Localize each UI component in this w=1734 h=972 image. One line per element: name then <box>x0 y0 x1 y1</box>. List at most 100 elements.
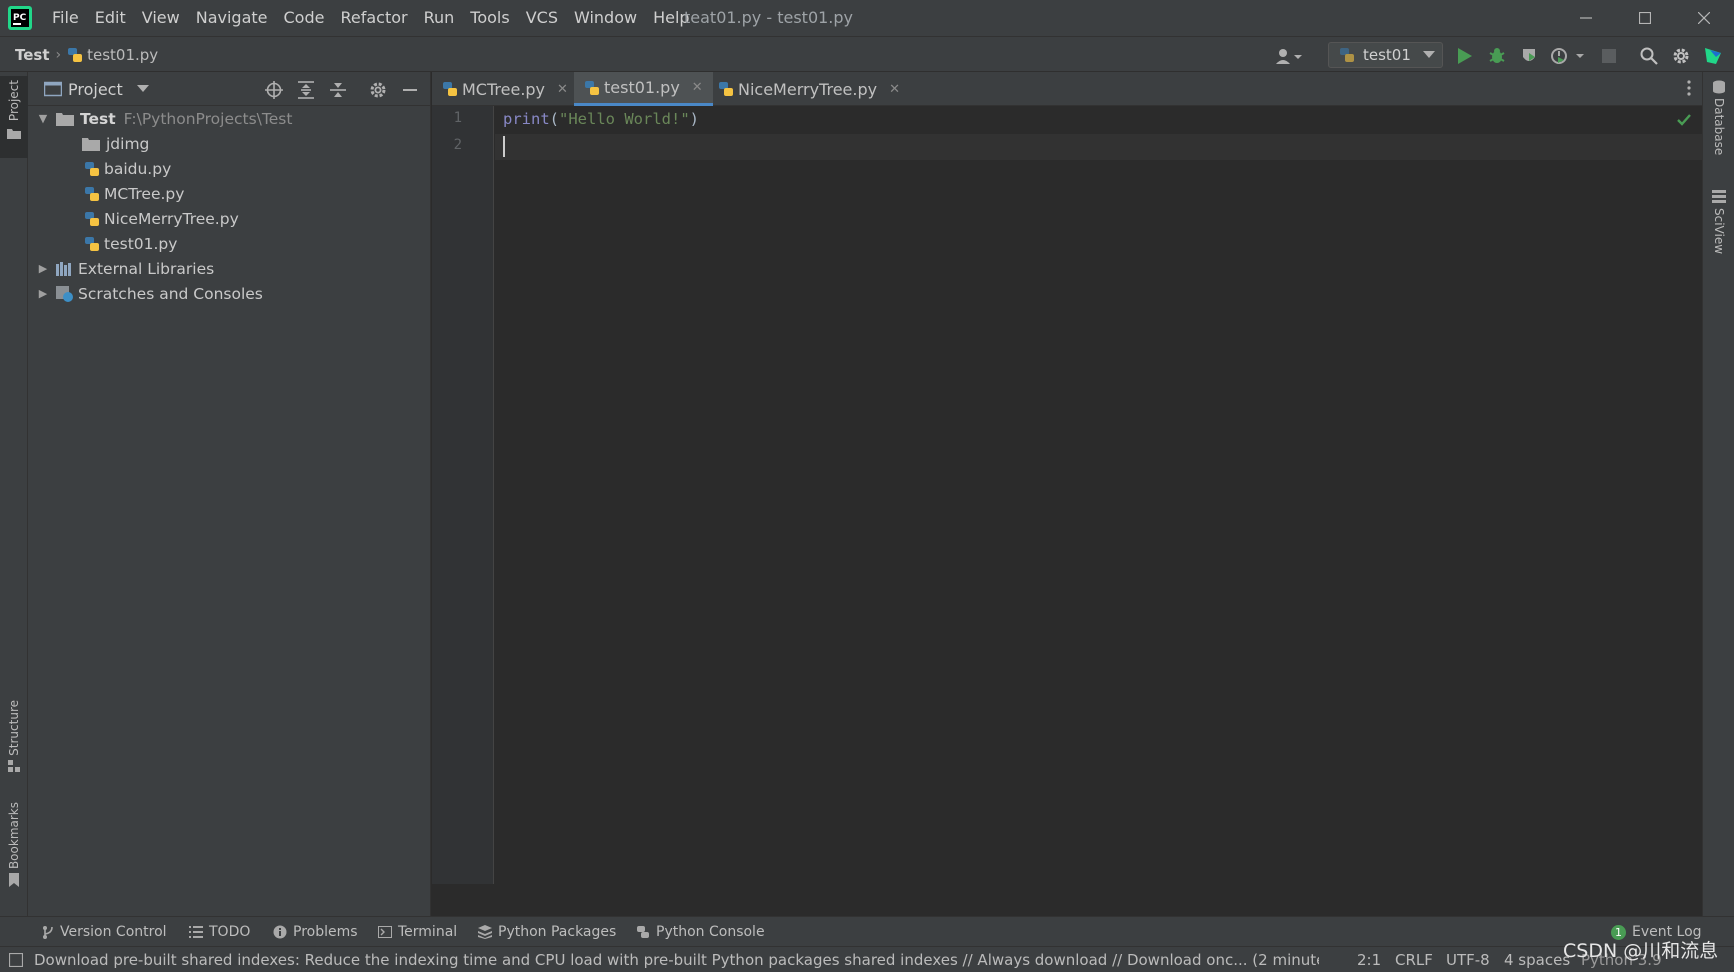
bookmarks-tool-tab[interactable]: Bookmarks <box>0 802 28 892</box>
left-tool-strip: Project Structure Bookmarks <box>0 72 28 916</box>
python-file-icon <box>1340 48 1354 62</box>
python-packages-tool-button[interactable]: Python Packages <box>478 917 616 947</box>
title-bar: PC File Edit View Navigate Code Refactor… <box>0 0 1734 36</box>
tree-root-test[interactable]: ▼ Test F:\PythonProjects\Test <box>28 106 431 131</box>
python-icon <box>637 926 649 938</box>
tab-label: NiceMerryTree.py <box>738 79 878 99</box>
maximize-icon <box>1639 12 1651 24</box>
tree-external-libraries[interactable]: ▶ External Libraries <box>28 256 431 281</box>
bottom-tool-label: Python Packages <box>498 924 617 940</box>
menu-vcs[interactable]: VCS <box>518 0 566 36</box>
line-number: 1 <box>453 110 462 126</box>
project-view-selector[interactable]: Project <box>44 72 149 106</box>
caret-position[interactable]: 2:1 <box>1357 947 1381 972</box>
run-with-coverage-button[interactable] <box>1518 45 1540 67</box>
project-tool-label: Project <box>7 80 21 122</box>
menu-run[interactable]: Run <box>416 0 463 36</box>
search-everywhere-button[interactable] <box>1638 45 1660 67</box>
close-icon[interactable]: ✕ <box>557 82 568 97</box>
minimize-button[interactable] <box>1557 0 1615 36</box>
list-icon <box>189 926 203 938</box>
crosshair-icon <box>265 81 283 99</box>
editor-tabs: MCTree.py ✕ test01.py ✕ NiceMerryTree.py… <box>432 72 1702 106</box>
bookmarks-tool-label: Bookmarks <box>7 802 21 870</box>
menu-edit[interactable]: Edit <box>87 0 134 36</box>
python-file-icon <box>85 211 99 226</box>
inspection-ok-check-icon[interactable] <box>1677 114 1691 126</box>
tree-item-file[interactable]: baidu.py <box>28 156 431 181</box>
indent-setting[interactable]: 4 spaces <box>1504 947 1570 972</box>
tree-item-folder[interactable]: jdimg <box>28 131 431 156</box>
text-caret <box>503 136 505 157</box>
terminal-icon <box>378 926 392 938</box>
file-encoding[interactable]: UTF-8 <box>1446 947 1490 972</box>
tree-item-label: Scratches and Consoles <box>78 284 263 303</box>
menu-navigate[interactable]: Navigate <box>188 0 276 36</box>
breadcrumb-project[interactable]: Test <box>15 46 50 64</box>
close-button[interactable] <box>1675 0 1733 36</box>
tab-test01[interactable]: test01.py ✕ <box>574 72 713 106</box>
bottom-tool-label: Python Console <box>656 924 765 940</box>
status-bar: Download pre-built shared indexes: Reduc… <box>0 946 1734 972</box>
expand-all-button[interactable] <box>296 80 316 100</box>
project-panel: Project ▼ Test F:\PythonProjects\Test jd… <box>28 72 431 916</box>
vcs-user-button[interactable] <box>1272 45 1306 67</box>
structure-tool-tab[interactable]: Structure <box>0 700 28 780</box>
python-console-tool-button[interactable]: Python Console <box>636 917 765 947</box>
run-config-label: test01 <box>1363 46 1411 64</box>
settings-button[interactable] <box>1670 45 1692 67</box>
stop-button[interactable] <box>1598 45 1620 67</box>
close-icon[interactable]: ✕ <box>889 82 900 97</box>
toggle-tool-windows-icon[interactable] <box>9 953 23 967</box>
tree-scratches[interactable]: ▶ Scratches and Consoles <box>28 281 431 306</box>
run-button[interactable] <box>1454 45 1476 67</box>
breadcrumb-file[interactable]: test01.py <box>87 46 158 64</box>
menu-file[interactable]: File <box>44 0 87 36</box>
folder-icon <box>7 129 21 140</box>
collapse-all-button[interactable] <box>328 80 348 100</box>
run-config-selector[interactable]: test01 <box>1328 42 1443 68</box>
tree-item-label: MCTree.py <box>104 184 185 203</box>
version-control-tool-button[interactable]: Version Control <box>42 917 167 947</box>
hide-panel-button[interactable] <box>400 80 420 100</box>
project-tree: ▼ Test F:\PythonProjects\Test jdimg baid… <box>28 106 431 306</box>
tab-nicemerrytree[interactable]: NiceMerryTree.py ✕ <box>708 72 910 106</box>
jetbrains-toolbox-button[interactable] <box>1702 45 1724 67</box>
maximize-button[interactable] <box>1616 0 1674 36</box>
locate-file-button[interactable] <box>264 80 284 100</box>
tree-item-label: test01.py <box>104 234 178 253</box>
problems-tool-button[interactable]: Problems <box>273 917 358 947</box>
status-message[interactable]: Download pre-built shared indexes: Reduc… <box>34 947 1319 972</box>
chevron-down-icon: ▼ <box>38 112 48 125</box>
structure-icon <box>8 759 20 772</box>
line-separator[interactable]: CRLF <box>1395 947 1433 972</box>
project-tool-tab[interactable]: Project <box>0 76 28 158</box>
profile-button[interactable] <box>1548 45 1588 67</box>
tab-mctree[interactable]: MCTree.py ✕ <box>432 72 578 106</box>
menu-tools[interactable]: Tools <box>462 0 517 36</box>
menu-refactor[interactable]: Refactor <box>332 0 415 36</box>
code-editor[interactable]: print("Hello World!") <box>495 106 1702 884</box>
pycharm-logo-icon: PC <box>8 6 32 30</box>
project-panel-title: Project <box>68 79 123 99</box>
tree-item-file[interactable]: MCTree.py <box>28 181 431 206</box>
more-tabs-button[interactable] <box>1684 80 1694 98</box>
tree-item-label: baidu.py <box>104 159 172 178</box>
close-icon[interactable]: ✕ <box>692 80 703 95</box>
todo-tool-button[interactable]: TODO <box>189 917 250 947</box>
minimize-icon <box>1580 17 1592 19</box>
menu-code[interactable]: Code <box>276 0 333 36</box>
database-tool-tab[interactable]: Database <box>1703 80 1734 155</box>
tree-item-file[interactable]: NiceMerryTree.py <box>28 206 431 231</box>
chevron-right-icon: ▶ <box>38 287 48 300</box>
tree-item-label: External Libraries <box>78 259 215 278</box>
tree-root-name: Test <box>80 109 116 128</box>
terminal-tool-button[interactable]: Terminal <box>378 917 457 947</box>
debug-button[interactable] <box>1486 45 1508 67</box>
tree-item-file[interactable]: test01.py <box>28 231 431 256</box>
sciview-tool-tab[interactable]: SciView <box>1703 190 1734 254</box>
menu-view[interactable]: View <box>134 0 188 36</box>
collapse-all-icon <box>330 83 346 97</box>
project-options-button[interactable] <box>368 80 388 100</box>
menu-window[interactable]: Window <box>566 0 645 36</box>
